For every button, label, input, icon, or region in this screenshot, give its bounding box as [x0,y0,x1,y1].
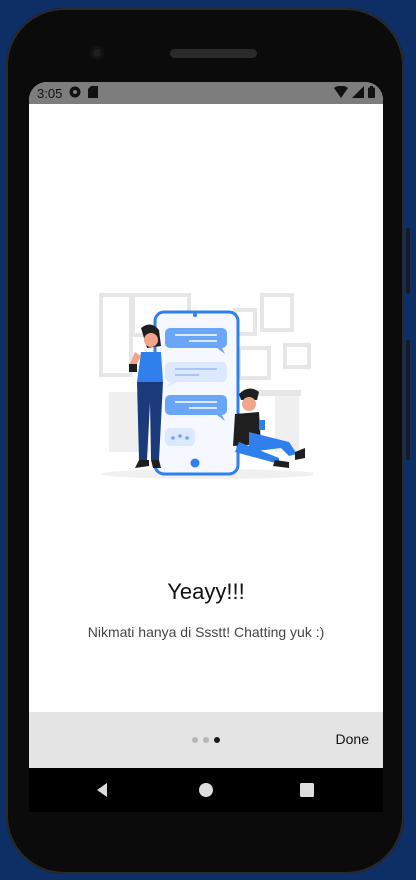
signal-icon [352,85,364,101]
earpiece-speaker [170,49,257,58]
back-icon[interactable] [94,781,112,799]
home-icon[interactable] [197,781,215,799]
volume-button [406,340,410,460]
recents-icon[interactable] [298,781,316,799]
page-indicator [192,737,220,743]
battery-icon [368,85,375,101]
done-button[interactable]: Done [336,731,369,747]
status-bar: 3:05 [29,82,383,104]
onboarding-bottom-bar: Done [29,712,383,768]
page-dot-active[interactable] [214,737,220,743]
screen: 3:05 Yeayy!!! Nikmati hanya di Ssstt! Ch… [29,82,383,768]
system-navigation-bar [29,768,383,812]
sd-card-icon [88,85,99,101]
onboarding-title: Yeayy!!! [167,579,245,604]
chatting-illustration [99,282,317,482]
power-button [406,228,410,294]
camera-icon [90,46,104,60]
wifi-icon [334,85,348,101]
status-time: 3:05 [37,85,63,101]
onboarding-subtitle: Nikmati hanya di Ssstt! Chatting yuk :) [87,624,325,640]
vpn-key-icon [69,86,81,101]
page-dot[interactable] [192,737,198,743]
page-dot[interactable] [203,737,209,743]
